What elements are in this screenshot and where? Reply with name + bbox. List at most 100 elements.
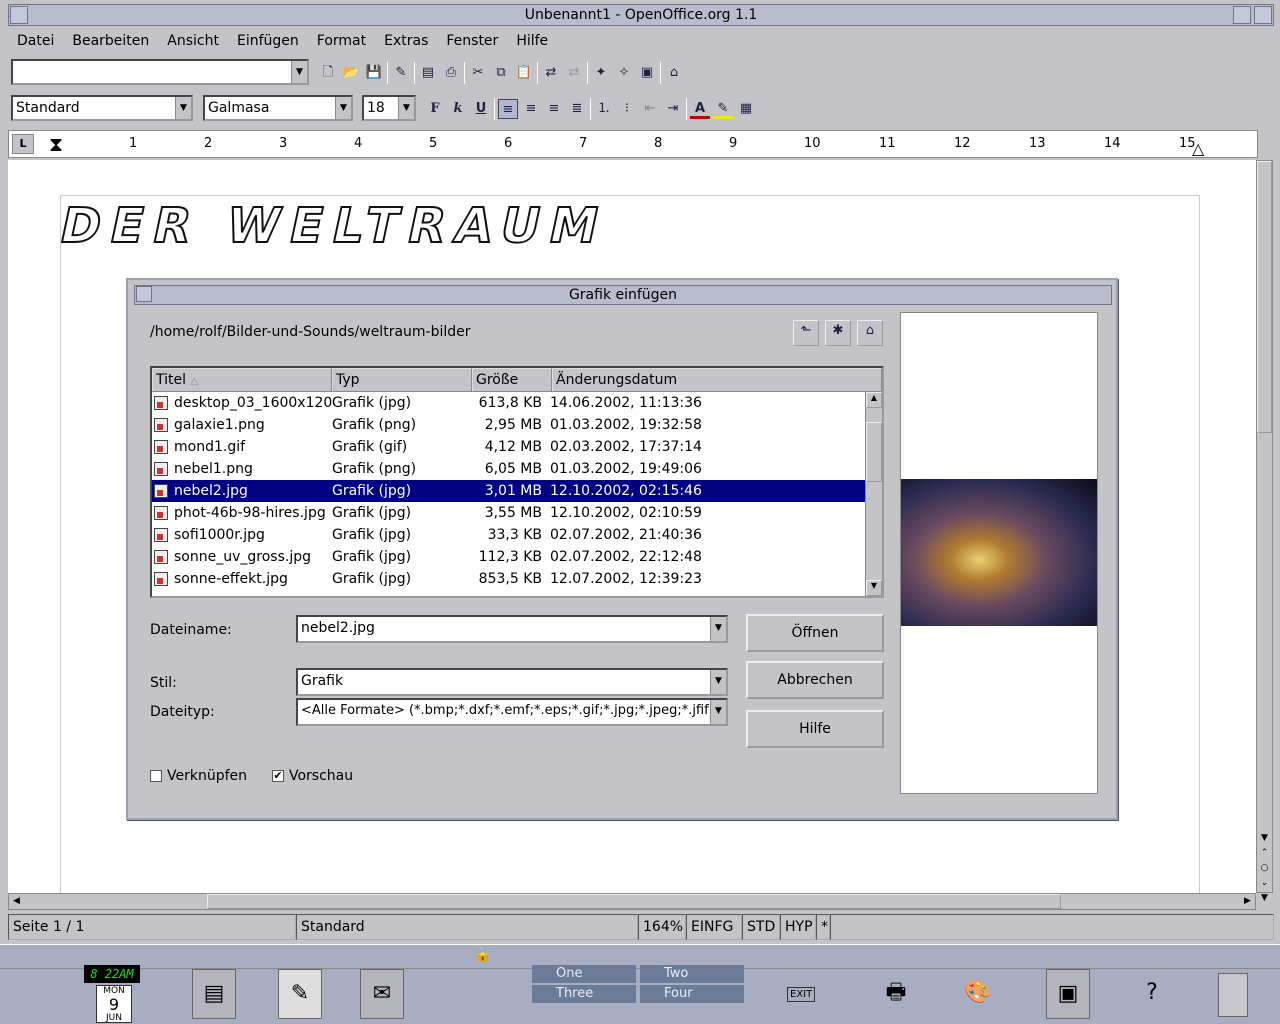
justify-icon[interactable]: ≣ <box>567 99 587 119</box>
menu-bearbeiten[interactable]: Bearbeiten <box>63 28 158 54</box>
align-right-icon[interactable]: ≡ <box>544 99 564 119</box>
help-button[interactable]: Hilfe <box>746 710 884 748</box>
maximize-button[interactable] <box>1254 6 1272 24</box>
file-row[interactable]: sofi1000r.jpg Grafik (jpg) 33,3 KB 02.07.20… <box>152 524 866 546</box>
column-header-title[interactable]: Titel △ <box>152 368 332 392</box>
scroll-thumb[interactable] <box>207 894 1061 909</box>
scroll-down-icon[interactable]: ▼ <box>866 580 882 596</box>
help-manager-icon[interactable]: ? <box>1130 969 1174 1019</box>
link-checkbox-box[interactable] <box>150 770 162 782</box>
redo-icon[interactable]: ⇄ <box>564 63 584 83</box>
exit-button[interactable]: EXIT <box>787 987 816 1002</box>
left-indent-marker[interactable]: ⧗ <box>49 133 63 155</box>
text-editor-icon[interactable]: ✎ <box>278 969 322 1019</box>
cancel-button[interactable]: Abbrechen <box>746 661 884 699</box>
edit-file-icon[interactable]: ✎ <box>391 63 411 83</box>
status-hyperlink[interactable]: HYP <box>780 914 816 940</box>
tab-stop-icon[interactable]: L <box>12 134 34 154</box>
default-directory-icon[interactable]: ⌂ <box>857 320 883 346</box>
style-manager-icon[interactable]: 🎨 <box>956 969 1000 1019</box>
column-header-date[interactable]: Änderungsdatum <box>552 368 882 392</box>
paste-icon[interactable]: 📋 <box>514 63 534 83</box>
highlight-icon[interactable]: ✎ <box>713 99 733 119</box>
menu-fenster[interactable]: Fenster <box>437 28 507 54</box>
workspace-two[interactable]: Two <box>640 965 744 983</box>
link-checkbox[interactable]: Verknüpfen <box>150 768 247 784</box>
menu-extras[interactable]: Extras <box>375 28 437 54</box>
font-name-select[interactable]: Galmasa ▼ <box>203 95 353 121</box>
file-row[interactable]: mond1.gif Grafik (gif) 4,12 MB 02.03.2002, … <box>152 436 866 458</box>
file-row[interactable]: phot-46b-98-hires.jpg Grafik (jpg) 3,55 MB… <box>152 502 866 524</box>
printer-icon[interactable]: 🖶 <box>874 969 918 1019</box>
bold-button[interactable]: F <box>425 99 445 119</box>
scroll-buttons[interactable]: ▼ ⌃ ○ ⌄ ▼ <box>1257 831 1272 906</box>
underline-button[interactable]: U <box>471 99 491 119</box>
chevron-down-icon[interactable]: ▼ <box>291 61 307 83</box>
file-row[interactable]: desktop_03_1600x1200 Grafik (jpg) 613,8 KB… <box>152 392 866 414</box>
chevron-down-icon[interactable]: ▼ <box>335 97 351 119</box>
horizontal-scrollbar[interactable]: ◀ ▶ <box>8 893 1256 910</box>
status-insert-mode[interactable]: EINFG <box>686 914 742 940</box>
chevron-down-icon[interactable]: ▼ <box>398 97 414 119</box>
filetype-select[interactable]: <Alle Formate> (*.bmp;*.dxf;*.emf;*.eps;… <box>296 698 728 726</box>
align-left-icon[interactable]: ≡ <box>498 99 518 119</box>
numbering-icon[interactable]: ⒈ <box>594 99 614 119</box>
save-icon[interactable]: 💾 <box>364 63 384 83</box>
copy-icon[interactable]: ⧉ <box>491 63 511 83</box>
file-manager-icon[interactable]: ▤ <box>192 969 236 1019</box>
style-select[interactable]: Grafik ▼ <box>296 668 728 696</box>
file-row[interactable]: nebel1.png Grafik (png) 6,05 MB 01.03.2002,… <box>152 458 866 480</box>
preview-checkbox[interactable]: ✔ Vorschau <box>272 768 353 784</box>
file-list[interactable]: Titel △ Typ Größe Änderungsdatum desktop… <box>150 366 884 598</box>
font-color-icon[interactable]: A <box>690 99 710 119</box>
ruler[interactable]: L ⧗ △ 1 2 3 4 5 6 7 8 9 10 11 12 13 14 15 <box>8 130 1258 158</box>
filename-input[interactable]: nebel2.jpg ▼ <box>296 615 728 643</box>
status-page-style[interactable]: Standard <box>296 914 638 940</box>
chevron-down-icon[interactable]: ▼ <box>175 97 191 119</box>
chevron-down-icon[interactable]: ▼ <box>710 617 726 641</box>
menu-datei[interactable]: Datei <box>8 28 63 54</box>
workspace-four[interactable]: Four <box>640 985 744 1003</box>
italic-button[interactable]: k <box>448 99 468 119</box>
chevron-down-icon[interactable]: ▼ <box>710 670 726 694</box>
new-folder-icon[interactable]: ✱ <box>825 320 851 346</box>
window-menu-button[interactable] <box>10 6 28 24</box>
workspace-one[interactable]: One <box>532 965 636 983</box>
scroll-thumb[interactable] <box>866 422 882 482</box>
column-header-size[interactable]: Größe <box>472 368 552 392</box>
file-row[interactable]: galaxie1.png Grafik (png) 2,95 MB 01.03.200… <box>152 414 866 436</box>
app-manager-icon[interactable]: ▣ <box>1046 969 1090 1019</box>
export-pdf-icon[interactable]: ▤ <box>418 63 438 83</box>
file-row[interactable]: nebel2.jpg Grafik (jpg) 3,01 MB 12.10.2002,… <box>152 480 866 502</box>
background-color-icon[interactable]: ▦ <box>736 99 756 119</box>
status-zoom[interactable]: 164% <box>638 914 686 940</box>
file-row[interactable]: sonne-effekt.jpg Grafik (jpg) 853,5 KB 12.0… <box>152 568 866 590</box>
mail-icon[interactable]: ✉ <box>360 969 404 1019</box>
font-size-select[interactable]: 18 ▼ <box>362 95 416 121</box>
workspace-three[interactable]: Three <box>532 985 636 1003</box>
scroll-left-icon[interactable]: ◀ <box>9 894 24 909</box>
url-input[interactable]: ▼ <box>11 59 309 85</box>
status-selection-mode[interactable]: STD <box>742 914 780 940</box>
menu-ansicht[interactable]: Ansicht <box>158 28 228 54</box>
preview-checkbox-box[interactable]: ✔ <box>272 770 284 782</box>
file-row[interactable]: sonne_uv_gross.jpg Grafik (jpg) 112,3 KB 02… <box>152 546 866 568</box>
minimize-button[interactable] <box>1233 6 1251 24</box>
increase-indent-icon[interactable]: ⇥ <box>663 99 683 119</box>
menu-hilfe[interactable]: Hilfe <box>507 28 557 54</box>
chevron-down-icon[interactable]: ▼ <box>710 700 726 724</box>
cut-icon[interactable]: ✂ <box>468 63 488 83</box>
new-document-icon[interactable]: 🗋 <box>318 63 338 83</box>
scroll-up-icon[interactable]: ▲ <box>866 392 882 408</box>
decrease-indent-icon[interactable]: ⇤ <box>640 99 660 119</box>
open-button[interactable]: Öffnen <box>746 614 884 652</box>
vertical-scrollbar[interactable]: ▼ ⌃ ○ ⌄ ▼ <box>1256 160 1273 903</box>
stylist-icon[interactable]: ✧ <box>614 63 634 83</box>
scroll-thumb[interactable] <box>1257 161 1272 433</box>
undo-icon[interactable]: ⇄ <box>541 63 561 83</box>
lock-icon[interactable]: 🔒 <box>474 947 491 963</box>
dialog-menu-button[interactable] <box>136 286 152 302</box>
print-icon[interactable]: ⎙ <box>441 63 461 83</box>
navigator-icon[interactable]: ✦ <box>591 63 611 83</box>
list-scrollbar[interactable]: ▲ ▼ <box>865 392 882 596</box>
